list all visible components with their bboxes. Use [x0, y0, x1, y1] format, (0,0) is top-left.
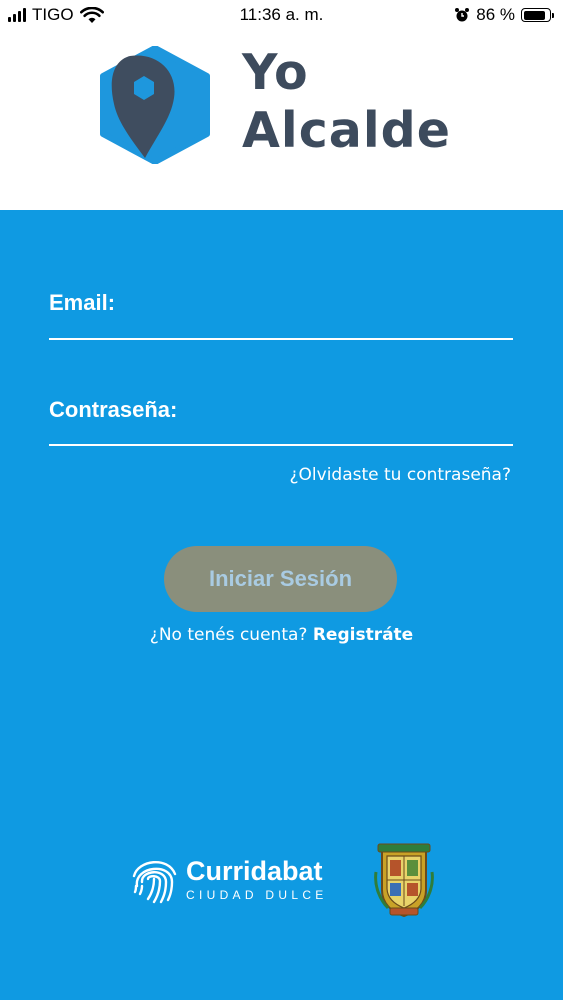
municipality-name: Curridabat	[186, 856, 323, 886]
email-input[interactable]	[49, 290, 513, 320]
curridabat-logo: Curridabat CIUDAD DULCE	[128, 852, 328, 906]
battery-fill	[523, 10, 545, 20]
municipal-coat-of-arms-icon	[374, 843, 434, 918]
municipality-tagline: CIUDAD DULCE	[186, 888, 328, 902]
register-link[interactable]: Registráte	[313, 625, 413, 645]
status-bar-right: 86 %	[454, 5, 554, 25]
alarm-clock-icon	[455, 8, 470, 22]
battery-percent: 86 %	[476, 5, 515, 24]
app-header: Yo Alcalde	[0, 30, 563, 210]
password-input[interactable]	[49, 397, 513, 427]
register-row: ¿No tenés cuenta? Registráte	[0, 625, 563, 645]
location-pin-logo-icon	[100, 46, 210, 164]
fingerprint-icon	[132, 860, 177, 904]
forgot-password-link[interactable]: ¿Olvidaste tu contraseña?	[290, 465, 511, 485]
logo-line-yo: Yo	[242, 44, 309, 101]
login-button[interactable]: Iniciar Sesión	[164, 546, 397, 612]
password-underline	[49, 444, 513, 446]
email-underline	[49, 338, 513, 340]
curridabat-text: Curridabat CIUDAD DULCE	[186, 856, 328, 902]
email-field[interactable]: Email:	[49, 290, 513, 342]
battery-icon	[521, 8, 554, 22]
logo-line-alcalde: Alcalde	[242, 102, 451, 159]
status-bar: TIGO 11:36 a. m. 86 %	[0, 0, 563, 30]
password-field[interactable]: Contraseña:	[49, 397, 513, 449]
no-account-text: ¿No tenés cuenta?	[149, 625, 308, 645]
app-logo-text: Yo Alcalde	[242, 44, 451, 160]
